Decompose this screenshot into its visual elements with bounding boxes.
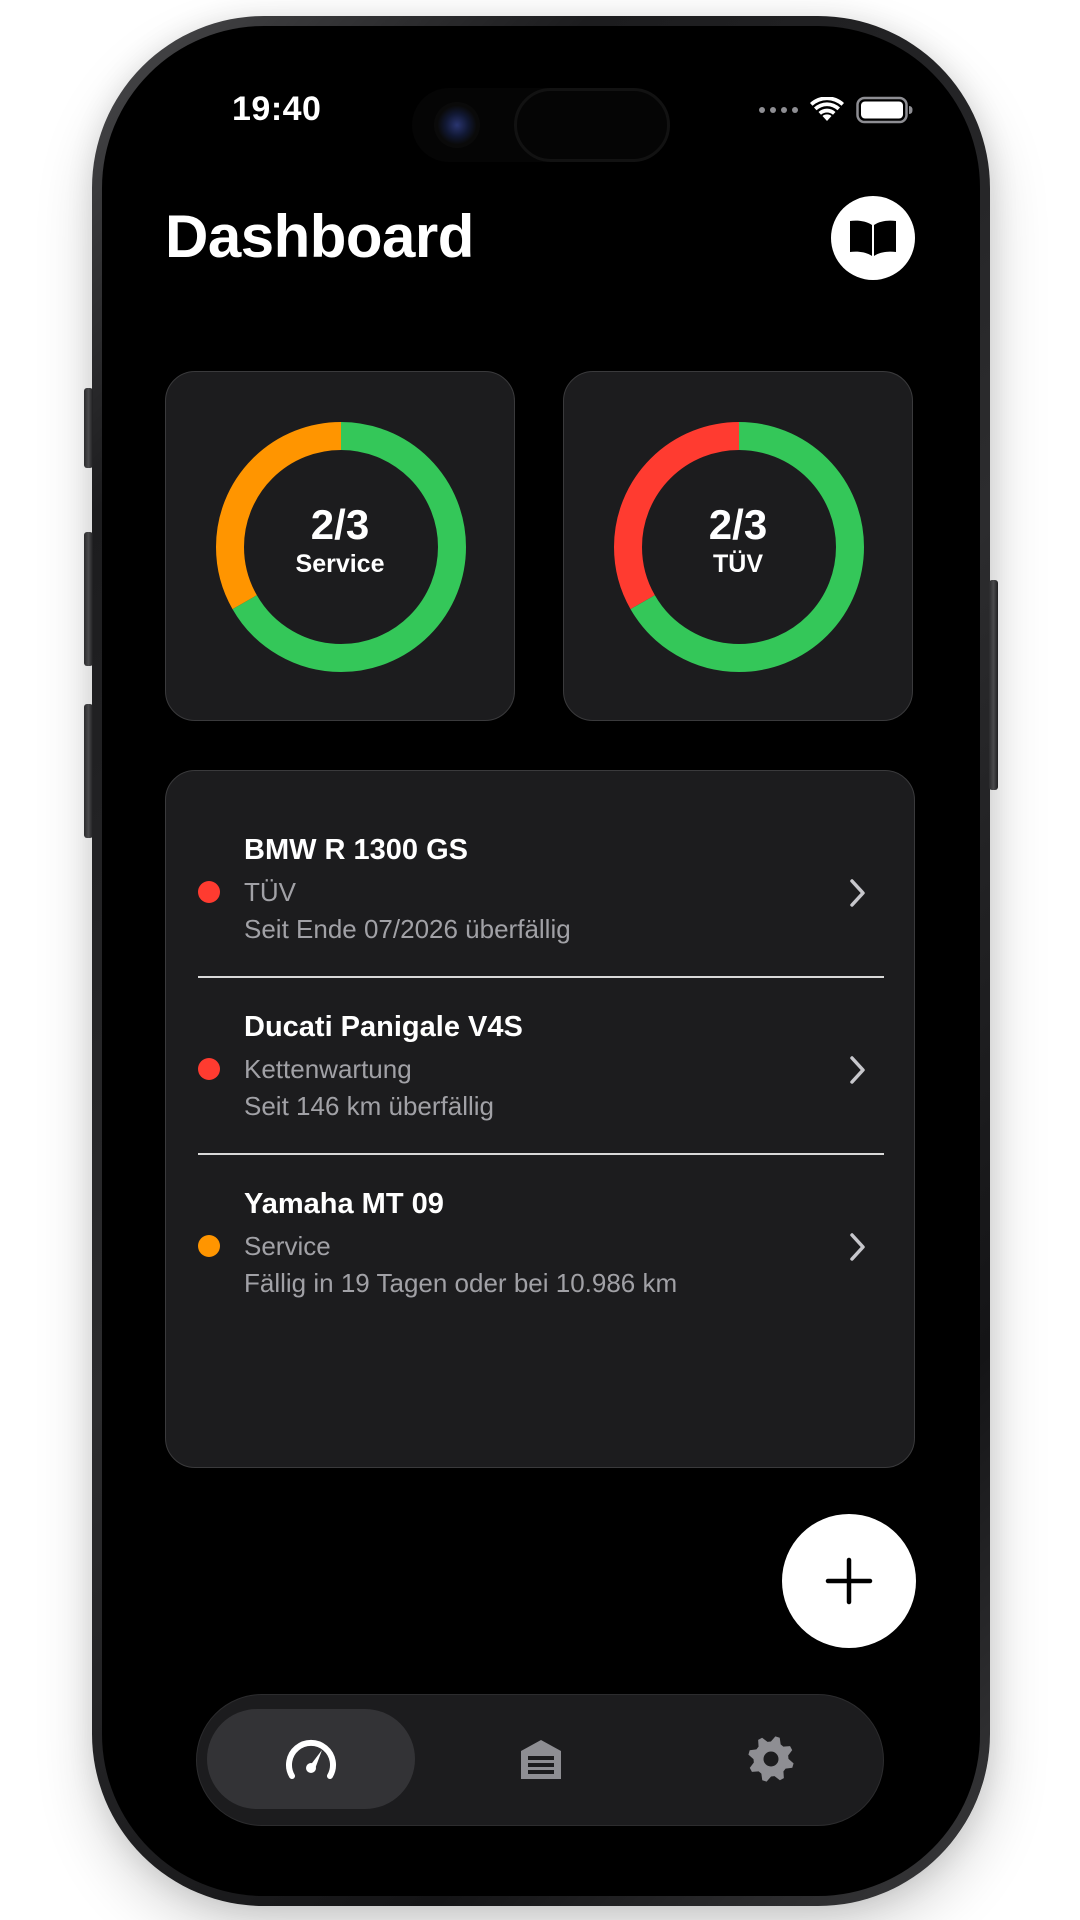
- garage-icon: [521, 1740, 561, 1779]
- status-icons: [759, 92, 914, 128]
- due-list-card: BMW R 1300 GS TÜV Seit Ende 07/2026 über…: [165, 770, 915, 1468]
- guide-button[interactable]: [831, 196, 915, 280]
- due-detail: Fällig in 19 Tagen oder bei 10.986 km: [244, 1268, 678, 1298]
- vehicle-name: Ducati Panigale V4S: [244, 1011, 523, 1043]
- camera-icon: [434, 102, 480, 148]
- volume-down-button: [84, 704, 93, 838]
- status-dot: [198, 1235, 220, 1257]
- vehicle-row-yamaha[interactable]: Yamaha MT 09 Service Fällig in 19 Tagen …: [166, 1155, 916, 1305]
- ring-text: 2/3 TÜV: [564, 502, 912, 580]
- screen: 19:40 Dashboard 2/3 Service 2/3 TÜV BMW …: [110, 34, 972, 1888]
- add-button[interactable]: [782, 1514, 916, 1648]
- vehicle-name: Yamaha MT 09: [244, 1188, 444, 1220]
- status-dot: [198, 881, 220, 903]
- vehicle-row-ducati[interactable]: Ducati Panigale V4S Kettenwartung Seit 1…: [166, 978, 916, 1128]
- due-detail: Seit Ende 07/2026 überfällig: [244, 914, 571, 944]
- dynamic-island: [412, 88, 670, 162]
- chevron-right-icon: [850, 879, 865, 907]
- due-detail: Seit 146 km überfällig: [244, 1091, 495, 1121]
- volume-up-button: [84, 532, 93, 666]
- page-title: Dashboard: [165, 203, 474, 270]
- tab-garage[interactable]: [437, 1709, 645, 1809]
- power-button: [989, 580, 998, 790]
- status-time: 19:40: [232, 90, 322, 128]
- chevron-right-icon: [850, 1233, 865, 1261]
- maintenance-type: Service: [244, 1231, 331, 1261]
- service-ring-card[interactable]: 2/3 Service: [165, 371, 515, 721]
- service-ring-value: 2/3: [310, 501, 370, 548]
- speedometer-icon: [286, 1739, 336, 1779]
- ring-text: 2/3 Service: [166, 502, 514, 580]
- tuv-ring-value: 2/3: [708, 501, 768, 548]
- tab-dashboard[interactable]: [207, 1709, 415, 1809]
- service-ring-label: Service: [295, 550, 385, 578]
- wifi-icon: [810, 97, 844, 121]
- book-open-icon: [850, 220, 896, 256]
- tuv-ring-card[interactable]: 2/3 TÜV: [563, 371, 913, 721]
- battery-icon: [856, 96, 913, 124]
- signal-dots-icon: [759, 107, 798, 113]
- action-button: [84, 388, 93, 468]
- island-pill: [514, 88, 670, 162]
- status-dot: [198, 1058, 220, 1080]
- vehicle-row-bmw[interactable]: BMW R 1300 GS TÜV Seit Ende 07/2026 über…: [166, 801, 916, 951]
- chevron-right-icon: [850, 1056, 865, 1084]
- plus-icon: [825, 1557, 873, 1605]
- tab-bar: [196, 1694, 884, 1826]
- tuv-ring-label: TÜV: [713, 550, 763, 578]
- vehicle-name: BMW R 1300 GS: [244, 834, 468, 866]
- maintenance-type: TÜV: [244, 877, 296, 907]
- gear-icon: [748, 1736, 794, 1782]
- maintenance-type: Kettenwartung: [244, 1054, 412, 1084]
- tab-settings[interactable]: [667, 1709, 875, 1809]
